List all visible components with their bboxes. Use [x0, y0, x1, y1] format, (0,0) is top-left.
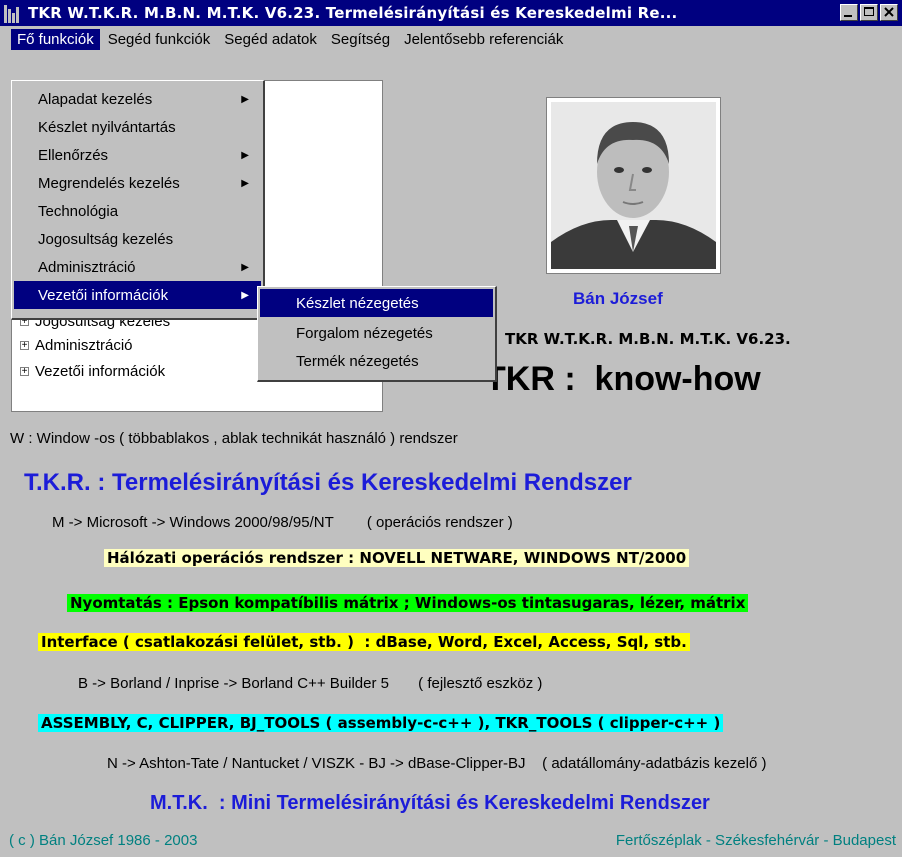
close-button[interactable] — [880, 4, 898, 21]
tree-item-vezetoi[interactable]: + Vezetői információk — [20, 363, 165, 380]
submenu-item-forgalom[interactable]: Forgalom nézegetés — [260, 319, 493, 347]
maximize-icon — [864, 7, 874, 16]
window-line: W : Window -os ( többablakos , ablak tec… — [10, 430, 458, 447]
submenu-item-keszlet-nezegetes[interactable]: Készlet nézegetés — [260, 289, 493, 317]
microsoft-line: M -> Microsoft -> Windows 2000/98/95/NT … — [52, 514, 513, 531]
print-line: Nyomtatás : Epson kompatíbilis mátrix ; … — [67, 594, 749, 612]
submenu-arrow-icon: ▶ — [241, 177, 249, 189]
vezetoi-submenu: Készlet nézegetés Forgalom nézegetés Ter… — [257, 286, 497, 382]
menu-item-keszlet[interactable]: Készlet nyilvántartás — [14, 113, 261, 141]
window-controls — [840, 4, 898, 21]
menu-item-megrendeles[interactable]: Megrendelés kezelés ▶ — [14, 169, 261, 197]
menu-fo-funkciok[interactable]: Fő funkciók — [11, 28, 100, 50]
menu-item-label: Megrendelés kezelés — [38, 174, 180, 192]
menu-item-label: Alapadat kezelés — [38, 90, 153, 108]
menu-item-jogosultsag[interactable]: Jogosultság kezelés — [14, 225, 261, 253]
profile-name: Bán József — [573, 289, 663, 308]
menu-item-label: Adminisztráció — [38, 258, 136, 276]
mtk-heading: M.T.K. : Mini Termelésirányítási és Kere… — [150, 792, 710, 814]
borland-line: B -> Borland / Inprise -> Borland C++ Bu… — [78, 675, 543, 692]
network-line: Hálózati operációs rendszer : NOVELL NET… — [104, 549, 690, 567]
tools-line: ASSEMBLY, C, CLIPPER, BJ_TOOLS ( assembl… — [38, 714, 724, 732]
tree-item-adminisztracio[interactable]: + Adminisztráció — [20, 337, 133, 354]
locations: Fertőszéplak - Székesfehérvár - Budapest — [615, 832, 896, 849]
menu-referenciak[interactable]: Jelentősebb referenciák — [398, 29, 569, 50]
submenu-item-termek[interactable]: Termék nézegetés — [260, 347, 493, 375]
menu-item-label: Jogosultság kezelés — [38, 230, 174, 248]
title-bar[interactable]: TKR W.T.K.R. M.B.N. M.T.K. V6.23. Termel… — [0, 0, 902, 26]
menu-item-vezetoi[interactable]: Vezetői információk ▶ — [14, 281, 261, 309]
profile-photo — [546, 97, 721, 274]
copyright: ( c ) Bán József 1986 - 2003 — [9, 832, 198, 849]
minimize-icon — [844, 15, 852, 17]
ashton-line: N -> Ashton-Tate / Nantucket / VISZK - B… — [107, 755, 767, 772]
menu-item-label: Ellenőrzés — [38, 146, 109, 164]
expand-icon[interactable]: + — [20, 367, 29, 377]
menu-seged-funkciok[interactable]: Segéd funkciók — [102, 29, 217, 50]
menu-item-technologia[interactable]: Technológia — [14, 197, 261, 225]
portrait-image — [551, 102, 716, 269]
minimize-button[interactable] — [840, 4, 858, 21]
menu-seged-adatok[interactable]: Segéd adatok — [218, 29, 323, 50]
expand-icon[interactable]: + — [20, 341, 29, 351]
maximize-button[interactable] — [860, 4, 878, 21]
submenu-arrow-icon: ▶ — [241, 261, 249, 273]
menu-item-adminisztracio[interactable]: Adminisztráció ▶ — [14, 253, 261, 281]
window-title: TKR W.T.K.R. M.B.N. M.T.K. V6.23. Termel… — [28, 4, 678, 22]
close-icon — [884, 7, 894, 17]
submenu-arrow-icon: ▶ — [241, 93, 249, 105]
submenu-arrow-icon: ▶ — [241, 149, 249, 161]
menu-item-alapadat[interactable]: Alapadat kezelés ▶ — [14, 85, 261, 113]
menu-segitseg[interactable]: Segítség — [325, 29, 396, 50]
version-line: TKR W.T.K.R. M.B.N. M.T.K. V6.23. — [505, 330, 791, 348]
tkr-heading: T.K.R. : Termelésirányítási és Kereskede… — [24, 469, 632, 496]
submenu-item-label: Termék nézegetés — [296, 352, 419, 370]
menu-item-label: Vezetői információk — [38, 286, 169, 304]
menu-item-label: Technológia — [38, 202, 119, 220]
slogan: TKR : know-how — [485, 360, 761, 398]
menu-item-ellenorzes[interactable]: Ellenőrzés ▶ — [14, 141, 261, 169]
interface-line: Interface ( csatlakozási felület, stb. )… — [38, 633, 690, 651]
submenu-item-label: Készlet nézegetés — [296, 294, 419, 312]
submenu-item-label: Forgalom nézegetés — [296, 324, 433, 342]
tree-item-label: Adminisztráció — [35, 337, 133, 354]
app-icon — [4, 3, 24, 23]
submenu-arrow-icon: ▶ — [241, 289, 249, 301]
menu-bar: Fő funkciók Segéd funkciók Segéd adatok … — [0, 26, 902, 52]
fo-funkciok-dropdown: Alapadat kezelés ▶ Készlet nyilvántartás … — [11, 80, 265, 320]
menu-item-label: Készlet nyilvántartás — [38, 118, 176, 136]
tree-item-label: Vezetői információk — [35, 363, 166, 380]
